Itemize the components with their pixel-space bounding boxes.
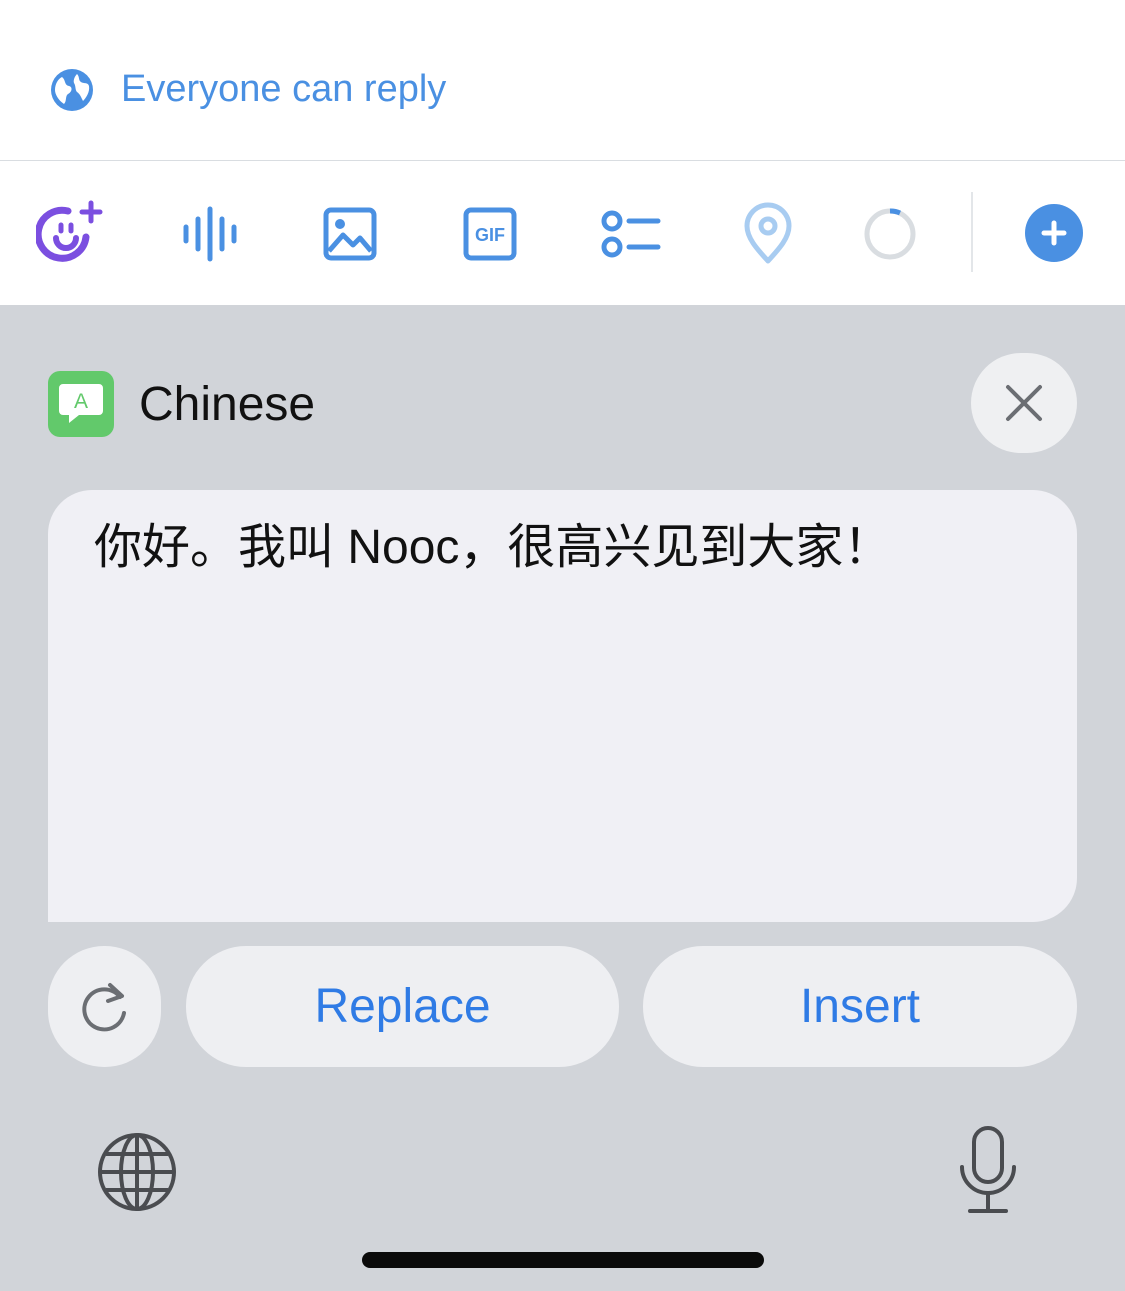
globe-icon <box>51 69 93 111</box>
plus-icon <box>1041 220 1067 246</box>
reply-setting-label[interactable]: Everyone can reply <box>121 64 446 114</box>
compose-toolbar: GIF <box>0 162 1125 305</box>
translated-text: 你好。我叫 Nooc，很高兴见到大家！ <box>94 521 892 574</box>
character-count-ring-icon <box>855 199 925 269</box>
translated-text-card: 你好。我叫 Nooc，很高兴见到大家！ <box>48 490 1077 922</box>
add-tweet-button[interactable] <box>1025 204 1083 262</box>
close-translation-button[interactable] <box>971 353 1077 453</box>
gif-icon[interactable]: GIF <box>455 199 525 269</box>
svg-text:GIF: GIF <box>475 225 505 245</box>
translate-app-icon: A <box>48 371 114 437</box>
reply-setting-bar[interactable]: Everyone can reply <box>0 0 1125 161</box>
retranslate-button[interactable] <box>48 946 161 1067</box>
location-icon[interactable] <box>733 199 803 269</box>
dictation-mic-icon[interactable] <box>958 1125 1018 1217</box>
replace-button[interactable]: Replace <box>186 946 619 1067</box>
poll-icon[interactable] <box>595 199 665 269</box>
translate-panel: A Chinese 你好。我叫 Nooc，很高兴见到大家！ Replace In… <box>0 305 1125 1291</box>
refresh-icon <box>81 982 126 1031</box>
toolbar-divider <box>971 192 973 272</box>
image-icon[interactable] <box>315 199 385 269</box>
close-icon <box>1006 385 1042 421</box>
home-indicator <box>362 1252 764 1268</box>
insert-button[interactable]: Insert <box>643 946 1077 1067</box>
audio-waveform-icon[interactable] <box>175 199 245 269</box>
translation-language-label: Chinese <box>139 378 316 431</box>
keyboard-globe-icon[interactable] <box>96 1131 178 1213</box>
svg-text:A: A <box>74 390 88 413</box>
spaces-add-icon[interactable] <box>36 199 106 269</box>
